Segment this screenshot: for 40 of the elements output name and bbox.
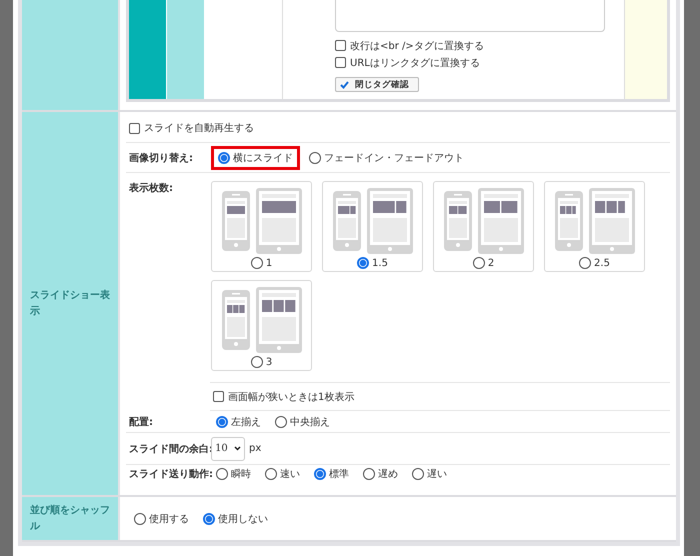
section-label: スライドショー表示 — [30, 288, 111, 318]
radio-option[interactable]: 2 — [472, 256, 496, 270]
radio-option[interactable]: 1 — [250, 256, 274, 270]
checkbox[interactable] — [213, 391, 224, 402]
radio-option[interactable]: 使用しない — [198, 508, 273, 530]
layout-card[interactable]: 1.5 — [322, 181, 423, 272]
radio-option[interactable]: 3 — [250, 355, 274, 369]
layout-card[interactable]: 2.5 — [544, 181, 645, 272]
field-label: 表示枚数: — [129, 182, 174, 195]
option-label: 画面幅が狭いときは1枚表示 — [228, 390, 354, 404]
option-label: URLはリンクタグに置換する — [350, 56, 480, 70]
check-icon — [340, 80, 349, 88]
radio-option[interactable]: フェードイン・フェードアウト — [304, 146, 469, 168]
unit-label: px — [249, 443, 262, 454]
radio-option[interactable]: 2.5 — [578, 256, 611, 270]
option-label: 改行は<br />タグに置換する — [350, 40, 484, 52]
radio-option[interactable]: 1.5 — [356, 256, 389, 270]
radio-option[interactable]: 速い — [260, 463, 305, 485]
option-label: スライドを自動再生する — [144, 122, 254, 135]
radio-option[interactable]: 左揃え — [211, 410, 266, 432]
radio-option[interactable]: 標準 — [309, 463, 354, 485]
checkbox[interactable] — [335, 40, 346, 51]
checkbox[interactable] — [335, 57, 346, 68]
radio-option[interactable]: 使用する — [129, 508, 194, 530]
chevron-icon — [234, 446, 241, 451]
tag-check-button[interactable]: 閉じタグ確認 — [335, 77, 419, 92]
radio-option[interactable]: 横にスライド — [211, 146, 300, 170]
field-label: 画像切り替え: — [129, 152, 194, 164]
layout-card[interactable]: 3 — [211, 280, 312, 371]
spacing-select[interactable]: 10 — [211, 436, 245, 460]
field-label: 配置: — [129, 416, 154, 428]
layout-card[interactable]: 2 — [433, 181, 534, 272]
radio-option[interactable]: 中央揃え — [270, 410, 335, 432]
field-label: スライド送り動作: — [129, 468, 211, 481]
layout-card[interactable]: 1 — [211, 181, 312, 272]
radio-option[interactable]: 遅め — [358, 463, 403, 485]
checkbox[interactable] — [129, 122, 140, 134]
section-label: 並び順をシャッフル — [30, 504, 111, 534]
radio-option[interactable]: 遅い — [407, 463, 452, 485]
radio-option[interactable]: 瞬時 — [211, 463, 256, 485]
